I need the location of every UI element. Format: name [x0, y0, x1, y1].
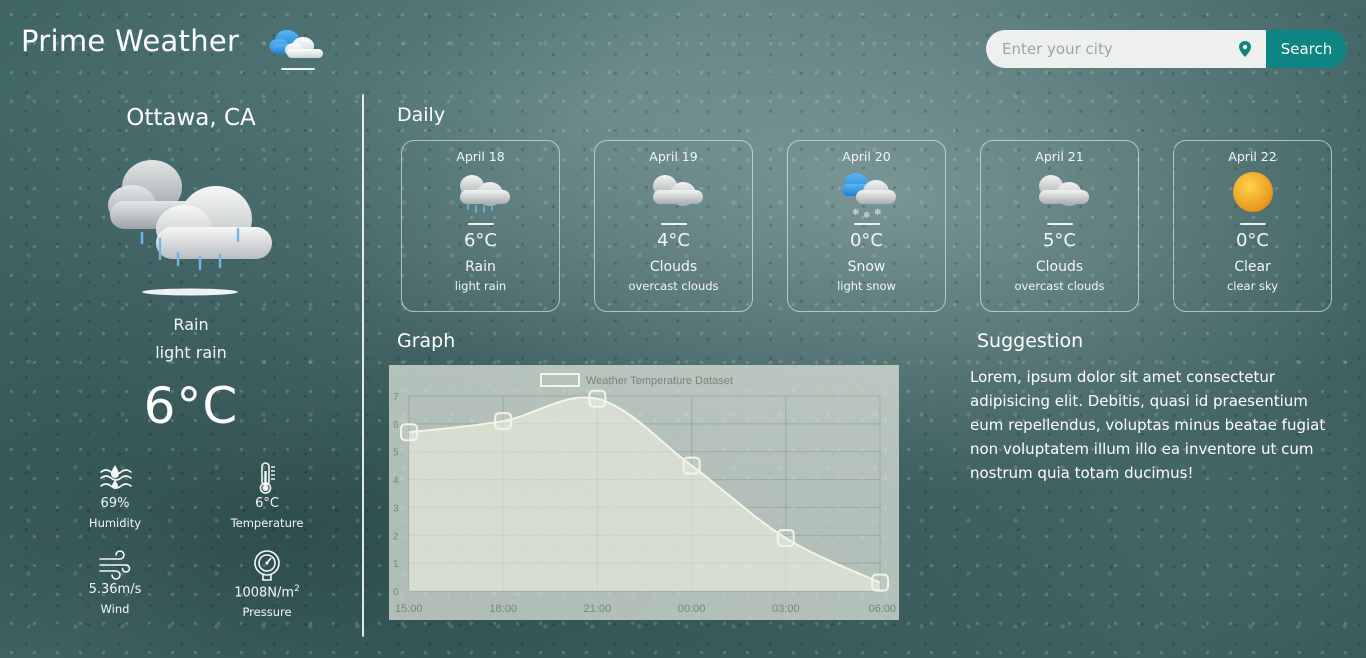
chart-y-tick-label: 4 [393, 476, 399, 487]
chart-point [776, 529, 795, 548]
day-description: light snow [837, 279, 896, 293]
humidity-icon [100, 465, 132, 489]
day-date: April 19 [649, 149, 698, 164]
chart-point [682, 456, 701, 475]
temperature-value: 6°C [255, 496, 279, 511]
chart-y-tick-label: 5 [393, 448, 399, 459]
suggestion-text: Lorem, ipsum dolor sit amet consectetur … [970, 368, 1326, 482]
day-card[interactable]: April 21 5°C Clouds overcast clouds [980, 140, 1139, 312]
humidity-value: 69% [100, 496, 130, 511]
snow-icon: ❄ ❄ ❄ [841, 173, 896, 225]
chart-x-tick-label: 06:00 [868, 603, 896, 615]
day-condition: Snow [847, 259, 886, 275]
day-temperature: 5°C [1042, 230, 1077, 251]
chart-y-tick-label: 2 [393, 531, 399, 542]
chart-y-tick-label: 6 [393, 420, 399, 431]
day-condition: Rain [465, 259, 496, 275]
chart-legend-label: Weather Temperature Dataset [586, 375, 733, 387]
day-date: April 21 [1035, 149, 1084, 164]
rain-cloud-icon [108, 160, 272, 296]
pressure-number: 1008N/m [234, 585, 295, 601]
chart-point [400, 423, 418, 442]
day-card[interactable]: April 18 6°C Rain light rain [401, 140, 560, 312]
thermometer-icon [259, 462, 275, 494]
chart-y-tick-label: 1 [393, 559, 399, 570]
stat-temperature: 6°C Temperature [207, 462, 327, 530]
chart-canvas: 0 1 2 3 4 5 6 7 15:00 18:00 21:00 00:00 03:00 06:00 We… [393, 373, 896, 615]
chart-x-tick-label: 21:00 [584, 603, 612, 615]
chart-point [871, 573, 889, 592]
sun-icon [1232, 172, 1273, 225]
humidity-label: Humidity [88, 516, 142, 530]
location-pin-icon[interactable] [1237, 40, 1253, 58]
day-description: overcast clouds [628, 279, 719, 293]
search-button[interactable]: Search [1266, 30, 1347, 68]
search-bar: Search [986, 30, 1347, 68]
pressure-label: Pressure [242, 605, 292, 620]
day-date: April 18 [456, 149, 505, 164]
stat-pressure: 1008N/m2 Pressure [207, 548, 327, 619]
day-date: April 22 [1228, 149, 1277, 164]
clouds-icon [652, 175, 703, 225]
rain-icon [459, 175, 510, 225]
chart-x-tick-label: 15:00 [395, 603, 423, 615]
day-card[interactable]: April 19 4°C Clouds overcast clouds [594, 140, 753, 312]
day-date: April 20 [842, 149, 891, 164]
temperature-chart: 0 1 2 3 4 5 6 7 15:00 18:00 21:00 00:00 03:00 06:00 We… [389, 365, 899, 620]
chart-y-tick-label: 7 [393, 392, 399, 403]
day-description: light rain [454, 279, 507, 293]
city-search-input[interactable] [986, 30, 1266, 68]
chart-x-tick-label: 18:00 [489, 603, 517, 615]
svg-text:❄: ❄ [863, 211, 871, 221]
stat-wind: 5.36m/s Wind [55, 550, 175, 616]
chart-y-tick-label: 3 [393, 503, 399, 514]
temperature-label: Temperature [230, 516, 304, 530]
app-title: Prime Weather [21, 24, 240, 58]
wind-label: Wind [100, 602, 130, 616]
current-description: light rain [155, 343, 227, 362]
day-temperature: 0°C [849, 230, 884, 251]
day-temperature: 4°C [656, 230, 691, 251]
wind-icon [99, 550, 131, 580]
brand: Prime Weather [21, 24, 323, 70]
svg-text:❄: ❄ [874, 208, 882, 218]
chart-x-tick-label: 03:00 [772, 603, 800, 615]
chart-y-tick-label: 0 [393, 587, 399, 598]
day-condition: Clouds [649, 259, 698, 275]
svg-text:❄: ❄ [852, 208, 860, 218]
pressure-value: 1008N/m2 [207, 584, 327, 600]
chart-x-tick-label: 00:00 [678, 603, 706, 615]
pressure-unit-superscript: 2 [294, 584, 300, 594]
pressure-gauge-icon [254, 550, 280, 581]
daily-title: Daily [397, 104, 446, 126]
day-card[interactable]: April 22 0°C Clear clear sky [1173, 140, 1332, 312]
city-name: Ottawa, CA [126, 105, 256, 131]
clouds-icon [1038, 175, 1089, 225]
chart-point [494, 412, 513, 431]
day-temperature: 6°C [463, 230, 498, 251]
day-temperature: 0°C [1235, 230, 1270, 251]
current-temperature: 6°C [143, 377, 239, 435]
day-description: overcast clouds [1014, 279, 1105, 293]
chart-legend-swatch [540, 373, 580, 387]
current-condition: Rain [173, 315, 209, 334]
wind-value: 5.36m/s [88, 582, 142, 597]
cloud-logo-icon [269, 30, 323, 70]
chart-point [588, 389, 607, 408]
graph-title: Graph [397, 330, 456, 352]
suggestion-title: Suggestion [977, 330, 1084, 352]
day-condition: Clouds [1035, 259, 1084, 275]
day-card[interactable]: April 20 ❄ ❄ ❄ 0°C Snow light snow [787, 140, 946, 312]
stat-humidity: 69% Humidity [55, 462, 175, 530]
current-weather-panel: Ottawa, CA Rain light rain 6°C 69% Humid… [0, 95, 362, 640]
day-description: clear sky [1226, 279, 1279, 293]
panel-divider [362, 94, 364, 637]
day-condition: Clear [1234, 259, 1271, 275]
